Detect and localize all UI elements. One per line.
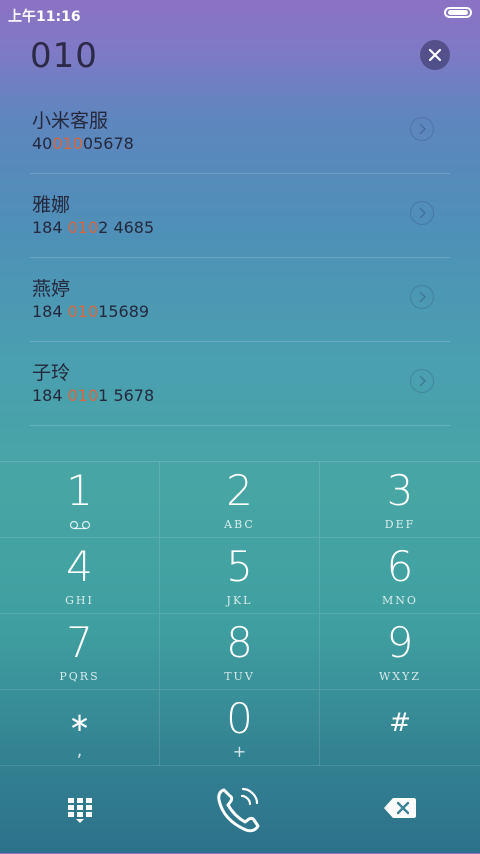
- bottom-action-bar: [0, 765, 480, 854]
- backspace-button[interactable]: [383, 796, 417, 820]
- key-digit: 8: [226, 618, 253, 667]
- key-digit: 1: [66, 466, 93, 515]
- key-hash[interactable]: #: [320, 690, 480, 766]
- contact-detail-button[interactable]: [410, 285, 434, 309]
- clear-button[interactable]: [420, 40, 450, 70]
- chevron-right-icon: [419, 207, 427, 219]
- contact-number: 184 01015689: [32, 302, 150, 321]
- chevron-right-icon: [419, 123, 427, 135]
- key-7[interactable]: 7 PQRS: [0, 614, 160, 690]
- key-letters: TUV: [224, 670, 255, 683]
- contact-number: 4001005678: [32, 134, 134, 153]
- key-digit: 5: [226, 542, 253, 591]
- key-letters: JKL: [226, 594, 253, 607]
- contact-row[interactable]: 小米客服 4001005678: [0, 90, 480, 174]
- key-letters: ABC: [224, 518, 255, 531]
- number-match-highlight: 010: [67, 386, 99, 405]
- key-symbol: ∗: [68, 708, 91, 738]
- dialpad-grid-icon: [68, 798, 92, 823]
- contact-row[interactable]: 子玲 184 0101 5678: [0, 342, 480, 426]
- contact-name: 雅娜: [32, 194, 71, 216]
- keypad-toggle-button[interactable]: [66, 796, 94, 824]
- key-symbol: #: [389, 708, 411, 738]
- dial-input[interactable]: 010: [30, 36, 98, 76]
- contact-detail-button[interactable]: [410, 369, 434, 393]
- key-letters: GHI: [65, 594, 94, 607]
- key-letters: WXYZ: [378, 670, 422, 683]
- key-digit: 3: [386, 466, 414, 515]
- key-2[interactable]: 2 ABC: [160, 462, 320, 538]
- number-match-highlight: 010: [67, 302, 99, 321]
- call-button[interactable]: [210, 784, 270, 836]
- battery-icon: [444, 7, 472, 18]
- backspace-icon: [384, 798, 416, 818]
- key-sub-label: +: [232, 742, 247, 761]
- status-bar: 上午11:16: [0, 0, 480, 28]
- key-letters: MNO: [382, 594, 418, 607]
- key-sub-label: ,: [76, 740, 83, 761]
- key-9[interactable]: 9 WXYZ: [320, 614, 480, 690]
- key-letters: PQRS: [59, 670, 100, 683]
- chevron-right-icon: [419, 375, 427, 387]
- number-match-highlight: 010: [67, 218, 99, 237]
- key-star[interactable]: ∗ ,: [0, 690, 160, 766]
- key-6[interactable]: 6 MNO: [320, 538, 480, 614]
- contact-results-list: 小米客服 4001005678 雅娜 184 0102 4685 燕婷 184 …: [0, 90, 480, 426]
- close-icon: [428, 48, 442, 62]
- key-3[interactable]: 3 DEF: [320, 462, 480, 538]
- key-digit: 7: [66, 618, 93, 667]
- key-digit: 0: [226, 694, 253, 743]
- dial-input-bar: 010: [0, 28, 480, 86]
- key-digit: 9: [386, 618, 414, 667]
- contact-detail-button[interactable]: [410, 117, 434, 141]
- key-1[interactable]: 1: [0, 462, 160, 538]
- contact-name: 小米客服: [32, 110, 109, 132]
- voicemail-icon: [69, 520, 91, 530]
- contact-name: 子玲: [32, 362, 71, 384]
- key-5[interactable]: 5 JKL: [160, 538, 320, 614]
- key-digit: 6: [386, 542, 414, 591]
- key-digit: 4: [66, 542, 93, 591]
- chevron-right-icon: [419, 291, 427, 303]
- number-match-highlight: 010: [52, 134, 83, 153]
- key-letters: DEF: [384, 518, 416, 531]
- contact-name: 燕婷: [32, 278, 71, 300]
- contact-row[interactable]: 燕婷 184 01015689: [0, 258, 480, 342]
- contact-number: 184 0102 4685: [32, 218, 155, 237]
- contact-detail-button[interactable]: [410, 201, 434, 225]
- status-time: 上午11:16: [8, 9, 81, 25]
- dialpad: 1 2 ABC 3 DEF 4 GHI 5 JKL 6 MNO 7 PQRS 8…: [0, 461, 480, 766]
- contact-number: 184 0101 5678: [32, 386, 155, 405]
- key-8[interactable]: 8 TUV: [160, 614, 320, 690]
- key-0[interactable]: 0 +: [160, 690, 320, 766]
- key-4[interactable]: 4 GHI: [0, 538, 160, 614]
- contact-row[interactable]: 雅娜 184 0102 4685: [0, 174, 480, 258]
- key-digit: 2: [226, 466, 253, 515]
- phone-call-icon: [217, 787, 260, 833]
